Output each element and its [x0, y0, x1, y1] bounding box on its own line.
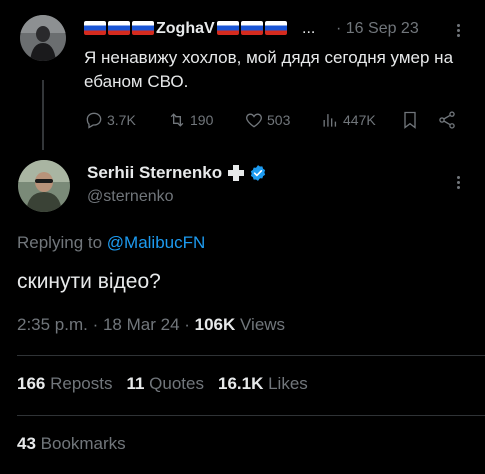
reply-button[interactable]: 3.7K	[84, 110, 136, 130]
parent-more-icon[interactable]	[455, 22, 461, 39]
divider-top	[17, 355, 485, 356]
tweet-views-label: Views	[235, 315, 286, 334]
replying-mention-link[interactable]: @MalibucFN	[107, 233, 206, 252]
tweet-timestamp-views: 2:35 p.m. · 18 Mar 24 · 106K Views	[17, 315, 285, 335]
main-more-icon[interactable]	[455, 174, 461, 191]
tweet-time[interactable]: 2:35 p.m. · 18 Mar 24 ·	[17, 315, 195, 334]
bookmark-button[interactable]	[400, 110, 423, 130]
verified-badge-icon[interactable]	[249, 164, 267, 182]
views-count: 447K	[343, 112, 376, 128]
russia-flag-icon	[264, 21, 287, 35]
views-icon	[323, 114, 337, 127]
main-name-text: Serhii Sternenko	[87, 163, 223, 182]
replying-to: Replying to @MalibucFN	[17, 233, 205, 253]
bookmarks-label: Bookmarks	[35, 434, 126, 453]
main-tweet-text: скинути відео?	[17, 270, 161, 293]
likes-label: Likes	[263, 374, 308, 393]
likes-stat[interactable]: 16.1K Likes	[218, 374, 308, 393]
bookmarks-stat[interactable]: 43 Bookmarks	[17, 434, 126, 454]
like-count: 503	[267, 112, 291, 128]
repost-icon	[170, 113, 184, 127]
main-avatar[interactable]	[18, 160, 70, 212]
reposts-count: 166	[17, 374, 46, 393]
main-handle[interactable]: @sternenko	[87, 188, 174, 206]
russia-flag-icon	[84, 21, 106, 35]
bookmarks-count: 43	[17, 434, 36, 453]
quotes-stat[interactable]: 11 Quotes	[126, 374, 204, 393]
share-icon	[439, 111, 455, 129]
repost-count: 190	[190, 112, 214, 128]
quotes-count: 11	[126, 374, 145, 393]
likes-count: 16.1K	[218, 374, 264, 393]
quotes-label: Quotes	[144, 374, 204, 393]
parent-name-text: ZoghaV	[156, 20, 215, 37]
main-display-name[interactable]: Serhii Sternenko	[87, 163, 267, 183]
parent-actions-bar: 3.7K 190 503 447K	[84, 110, 469, 132]
reposts-stat[interactable]: 166 Reposts	[17, 374, 112, 393]
parent-date[interactable]: · 16 Sep 23	[336, 20, 419, 38]
russia-flag-icon	[240, 21, 263, 35]
replying-prefix: Replying to	[17, 233, 107, 252]
like-icon	[246, 113, 262, 128]
reply-icon	[86, 112, 102, 129]
reposts-label: Reposts	[45, 374, 113, 393]
engagement-stats: 166 Reposts 11 Quotes 16.1K Likes	[17, 374, 308, 394]
parent-avatar[interactable]	[20, 15, 66, 61]
cross-emoji-icon	[228, 165, 245, 181]
repost-button[interactable]: 190	[167, 110, 213, 130]
bookmark-icon	[404, 111, 416, 129]
views-button[interactable]: 447K	[320, 110, 376, 130]
tweet-views-count: 106K	[194, 315, 236, 334]
parent-tweet-text: Я ненавижу хохлов, мой дядя сегодня умер…	[84, 48, 454, 91]
russia-flag-icon	[108, 21, 130, 35]
parent-name-ellipsis: ...	[302, 20, 316, 37]
russia-flag-icon	[132, 21, 154, 35]
divider-bottom	[17, 415, 485, 416]
parent-display-name[interactable]: ZoghaV	[84, 20, 289, 38]
thread-line	[42, 80, 44, 150]
share-button[interactable]	[437, 110, 460, 130]
reply-count: 3.7K	[107, 112, 136, 128]
russia-flag-icon	[216, 21, 239, 35]
like-button[interactable]: 503	[244, 110, 290, 130]
